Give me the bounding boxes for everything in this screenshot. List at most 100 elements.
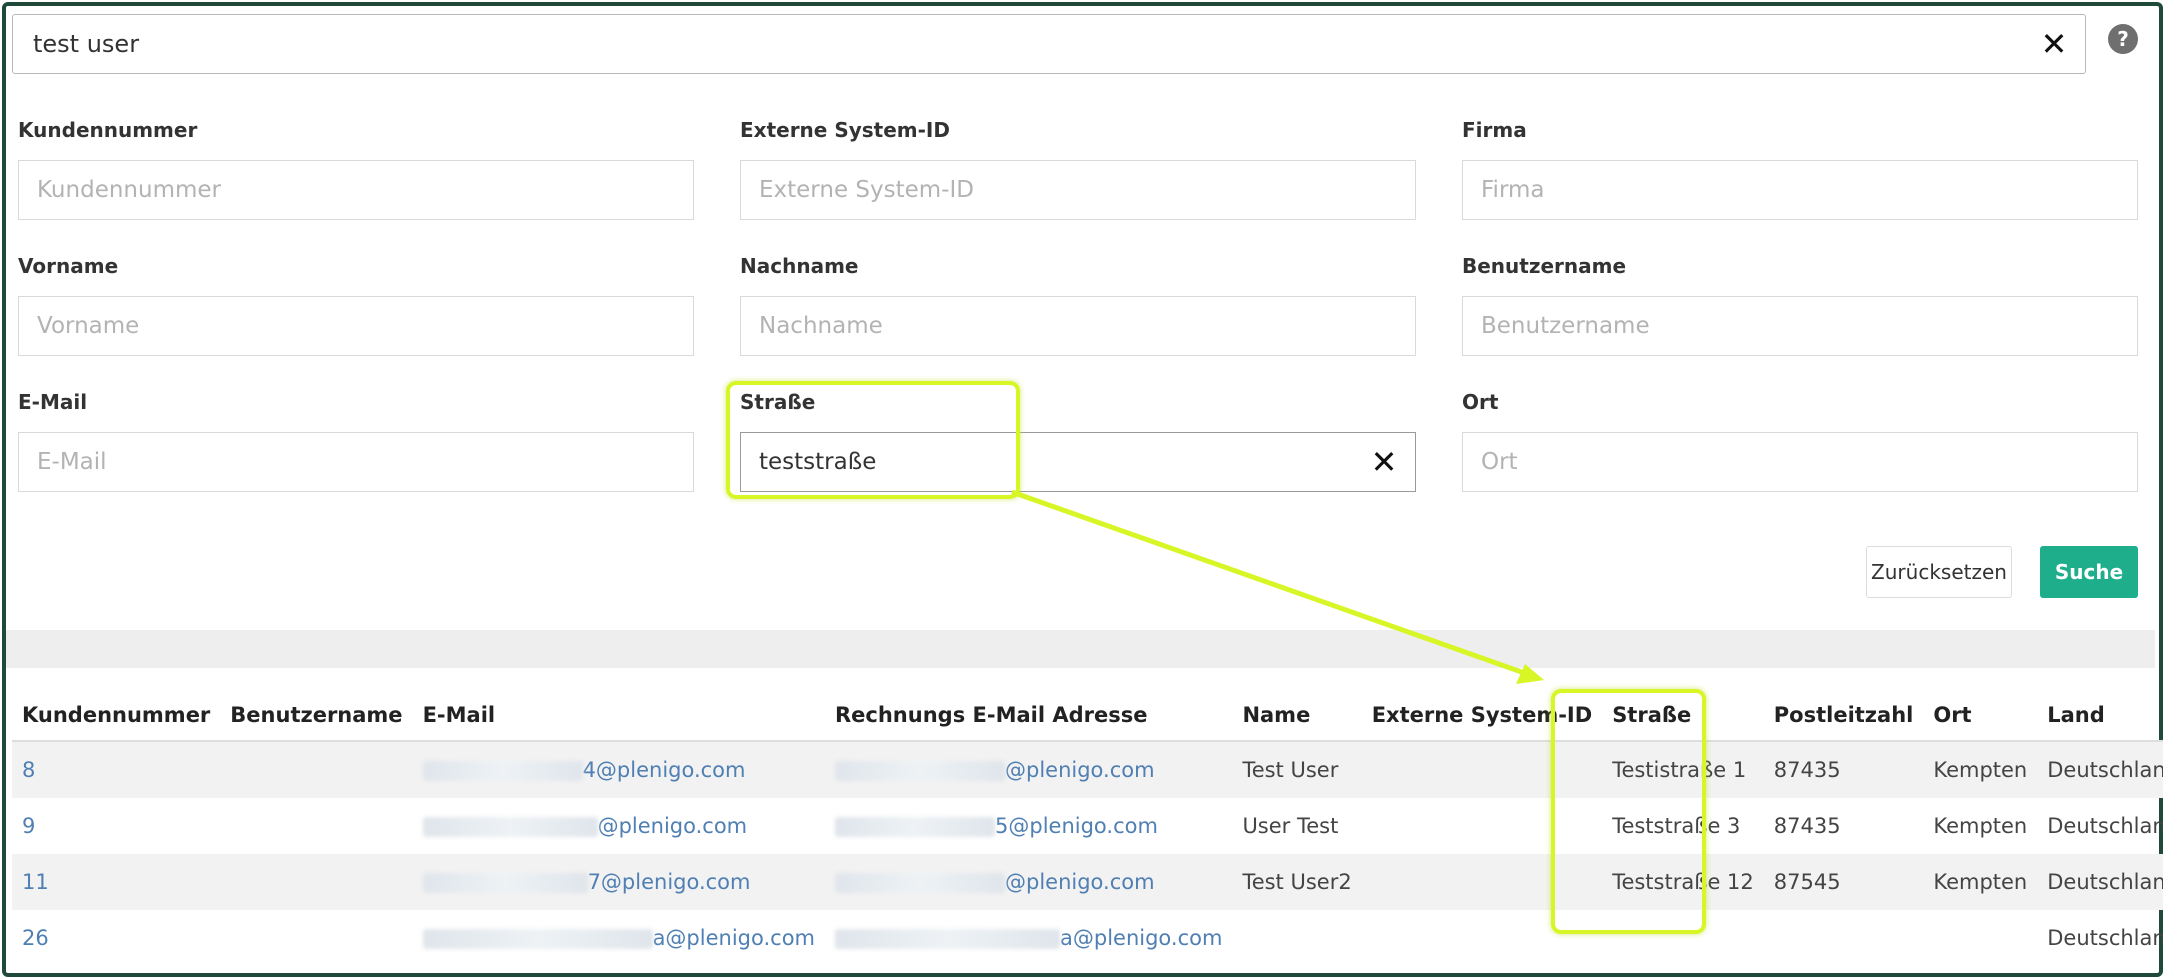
close-icon[interactable]: ✕ — [2037, 27, 2071, 61]
redacted-block — [422, 873, 588, 893]
global-search-value: test user — [33, 30, 140, 58]
col-email[interactable]: E-Mail — [412, 690, 825, 742]
cell-ort — [1923, 910, 2037, 966]
cell-externe-id — [1362, 854, 1602, 910]
redacted-block — [422, 817, 598, 837]
cell-billing-email[interactable]: 5@plenigo.com — [995, 814, 1158, 838]
cell-billing-email[interactable]: @plenigo.com — [1005, 870, 1155, 894]
field-benutzername: Benutzername Benutzername — [1462, 254, 2138, 356]
redacted-block — [835, 817, 995, 837]
cell-strasse: Teststraße 3 — [1612, 814, 1741, 838]
redacted-block — [835, 929, 1060, 949]
cell-name — [1232, 910, 1361, 966]
customer-id-link[interactable]: 9 — [22, 814, 35, 838]
field-email: E-Mail E-Mail — [18, 390, 694, 492]
redacted-block — [835, 873, 1005, 893]
col-name[interactable]: Name — [1232, 690, 1362, 742]
field-kundennummer: Kundennummer Kundennummer — [18, 118, 694, 220]
externe-id-input[interactable]: Externe System-ID — [740, 160, 1416, 220]
close-icon[interactable]: ✕ — [1367, 445, 1401, 479]
benutzername-input[interactable]: Benutzername — [1462, 296, 2138, 356]
cell-land: Deutschland — [2047, 814, 2163, 838]
cell-postleitzahl: 87435 — [1773, 814, 1841, 838]
col-land[interactable]: Land — [2037, 690, 2163, 742]
strasse-input[interactable]: teststraße ✕ — [740, 432, 1416, 492]
nachname-input[interactable]: Nachname — [740, 296, 1416, 356]
table-row[interactable]: 8 4@plenigo.com @plenigo.com Test User T… — [12, 741, 2163, 798]
firma-input[interactable]: Firma — [1462, 160, 2138, 220]
field-firma: Firma Firma — [1462, 118, 2138, 220]
email-input[interactable]: E-Mail — [18, 432, 694, 492]
cell-ort: Kempten — [1933, 814, 2028, 838]
redacted-block — [422, 929, 653, 949]
cell-username — [220, 798, 412, 854]
label-benutzername: Benutzername — [1462, 254, 1627, 278]
cell-name: User Test — [1242, 814, 1339, 838]
vorname-input[interactable]: Vorname — [18, 296, 694, 356]
divider-band — [6, 630, 2155, 668]
col-strasse[interactable]: Straße — [1602, 690, 1764, 742]
field-externe-id: Externe System-ID Externe System-ID — [740, 118, 1416, 220]
search-button[interactable]: Suche — [2040, 546, 2138, 598]
col-externe-id[interactable]: Externe System-ID — [1361, 690, 1603, 742]
cell-land: Deutschland — [2047, 926, 2163, 950]
cell-username — [220, 910, 412, 966]
field-vorname: Vorname Vorname — [18, 254, 694, 356]
label-email: E-Mail — [18, 390, 88, 414]
cell-username — [220, 854, 412, 910]
ort-input[interactable]: Ort — [1462, 432, 2138, 492]
label-firma: Firma — [1462, 118, 1527, 142]
cell-name: Test User2 — [1242, 870, 1352, 894]
col-kundennummer[interactable]: Kundennummer — [12, 690, 221, 742]
cell-username — [220, 741, 412, 798]
cell-billing-email[interactable]: @plenigo.com — [1005, 758, 1155, 782]
cell-externe-id — [1362, 910, 1602, 966]
cell-land: Deutschland — [2047, 870, 2163, 894]
customer-id-link[interactable]: 11 — [22, 870, 49, 894]
col-postleitzahl[interactable]: Postleitzahl — [1763, 690, 1924, 742]
table-row[interactable]: 11 7@plenigo.com @plenigo.com Test User2… — [12, 854, 2163, 910]
cell-ort: Kempten — [1933, 870, 2028, 894]
col-ort[interactable]: Ort — [1923, 690, 2038, 742]
cell-postleitzahl: 87435 — [1773, 758, 1841, 782]
cell-postleitzahl: 87545 — [1773, 870, 1841, 894]
cell-land: Deutschland — [2047, 758, 2163, 782]
label-externe-id: Externe System-ID — [740, 118, 950, 142]
label-kundennummer: Kundennummer — [18, 118, 198, 142]
strasse-value: teststraße — [759, 449, 877, 475]
label-nachname: Nachname — [740, 254, 859, 278]
field-nachname: Nachname Nachname — [740, 254, 1416, 356]
field-strasse: Straße teststraße ✕ — [740, 390, 1416, 492]
customer-id-link[interactable]: 26 — [22, 926, 49, 950]
label-vorname: Vorname — [18, 254, 119, 278]
redacted-block — [835, 761, 1005, 781]
kundennummer-input[interactable]: Kundennummer — [18, 160, 694, 220]
global-search-input[interactable]: test user ✕ — [12, 14, 2086, 74]
table-header-row: Kundennummer Benutzername E-Mail Rechnun… — [12, 690, 2163, 742]
table-row[interactable]: 26 a@plenigo.com a@plenigo.com Deutschla… — [12, 910, 2163, 966]
cell-postleitzahl — [1764, 910, 1924, 966]
customer-id-link[interactable]: 8 — [22, 758, 35, 782]
cell-billing-email[interactable]: a@plenigo.com — [1060, 926, 1222, 950]
cell-strasse: Teststraße 12 — [1612, 870, 1754, 894]
label-strasse: Straße — [740, 390, 816, 414]
results-table: Kundennummer Benutzername E-Mail Rechnun… — [12, 690, 2163, 966]
cell-email[interactable]: 7@plenigo.com — [588, 870, 751, 894]
col-benutzername[interactable]: Benutzername — [220, 690, 413, 742]
reset-button[interactable]: Zurücksetzen — [1866, 546, 2012, 598]
cell-strasse — [1602, 910, 1764, 966]
field-ort: Ort Ort — [1462, 390, 2138, 492]
help-icon[interactable]: ? — [2108, 24, 2138, 54]
cell-externe-id — [1362, 741, 1602, 798]
table-row[interactable]: 9 @plenigo.com 5@plenigo.com User Test T… — [12, 798, 2163, 854]
col-billing-email[interactable]: Rechnungs E-Mail Adresse — [825, 690, 1233, 742]
cell-strasse: Testistraße 1 — [1612, 758, 1747, 782]
cell-name: Test User — [1242, 758, 1339, 782]
cell-ort: Kempten — [1933, 758, 2028, 782]
cell-externe-id — [1362, 798, 1602, 854]
cell-email[interactable]: 4@plenigo.com — [583, 758, 746, 782]
cell-email[interactable]: @plenigo.com — [598, 814, 748, 838]
label-ort: Ort — [1462, 390, 1499, 414]
redacted-block — [422, 761, 583, 781]
cell-email[interactable]: a@plenigo.com — [653, 926, 815, 950]
